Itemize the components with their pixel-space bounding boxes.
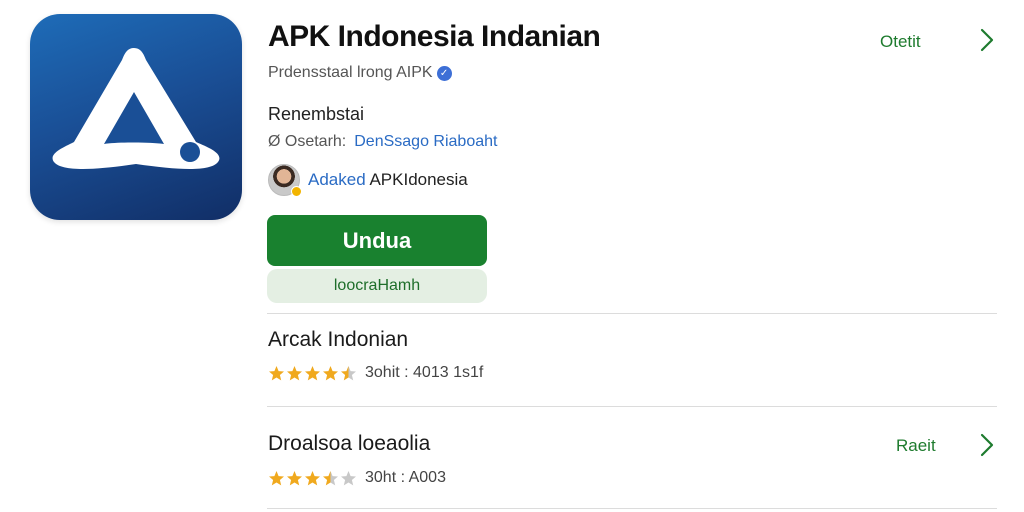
secondary-button[interactable]: loocraHamh <box>267 269 487 303</box>
developer-row[interactable]: Adaked APKIdonesia <box>268 164 468 197</box>
subtitle-text: Prdensstaal lrong AIPK <box>268 64 433 81</box>
divider <box>267 508 997 509</box>
app-details-page: APK Indonesia Indanian Prdensstaal lrong… <box>0 0 1024 512</box>
app-logo-icon <box>30 14 242 220</box>
star-icon <box>341 470 356 485</box>
divider <box>267 406 997 407</box>
app-category: Renembstai <box>268 104 365 124</box>
star-icon <box>287 365 302 380</box>
download-button[interactable]: Undua <box>267 215 487 266</box>
list-item-title[interactable]: Arcak Indonian <box>268 328 408 352</box>
star-icon <box>287 470 302 485</box>
app-meta: Ø Osetarh: DenSsago Riaboaht <box>268 133 497 151</box>
meta-link[interactable]: DenSsago Riaboaht <box>354 133 497 150</box>
list-item-title[interactable]: Droalsoa loeaolia <box>268 432 430 456</box>
divider <box>267 313 997 314</box>
star-icon <box>305 470 320 485</box>
star-icon <box>269 365 284 380</box>
star-icon <box>305 365 320 380</box>
rating-row: 3ohit : 4013 1s1f <box>268 364 483 382</box>
star-icon <box>341 365 356 380</box>
app-title: APK Indonesia Indanian <box>268 20 601 53</box>
avatar-badge-icon <box>291 186 302 197</box>
star-icon <box>323 365 338 380</box>
chevron-right-icon[interactable] <box>980 433 994 457</box>
list-item-action-link[interactable]: Raeit <box>896 436 936 456</box>
rating-row: 30ht : A003 <box>268 469 446 487</box>
developer-text: Adaked APKIdonesia <box>308 170 468 190</box>
star-rating <box>268 365 357 382</box>
verified-badge-icon: ✓ <box>436 65 452 81</box>
star-icon <box>269 470 284 485</box>
chevron-right-icon[interactable] <box>980 28 994 52</box>
header-action-link[interactable]: Otetit <box>880 32 921 52</box>
star-rating <box>268 470 357 487</box>
developer-link[interactable]: Adaked <box>308 170 366 189</box>
developer-name: APKIdonesia <box>365 170 468 189</box>
star-icon <box>323 470 338 485</box>
meta-label: Ø Osetarh: <box>268 133 347 150</box>
rating-text: 3ohit : 4013 1s1f <box>365 364 484 381</box>
avatar <box>268 164 302 197</box>
rating-text: 30ht : A003 <box>365 469 446 486</box>
app-subtitle: Prdensstaal lrong AIPK ✓ <box>268 64 452 82</box>
